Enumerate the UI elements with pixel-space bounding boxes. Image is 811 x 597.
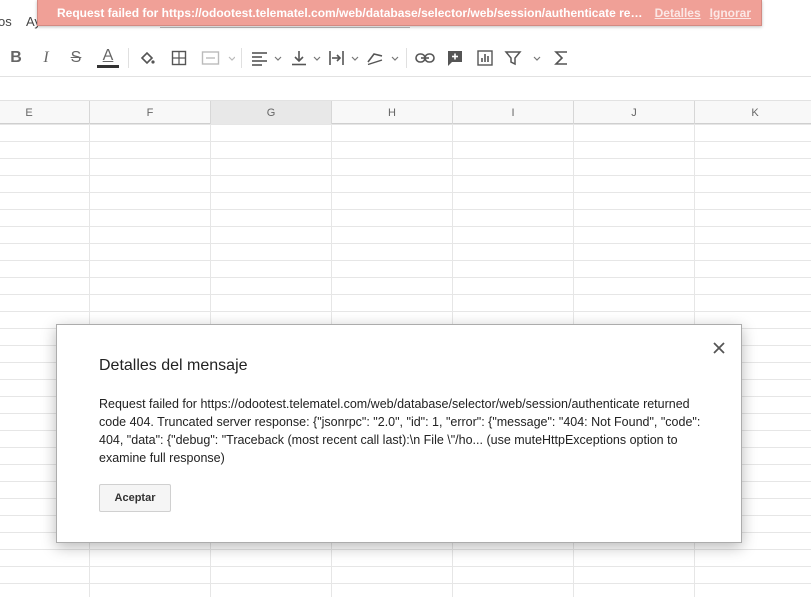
column-header-f[interactable]: F [90,101,211,124]
column-header-g[interactable]: G [211,101,332,124]
horizontal-align-button[interactable] [250,47,284,69]
message-details-dialog: Detalles del mensaje Request failed for … [56,324,742,543]
text-color-swatch [97,65,119,68]
merge-cells-icon [201,51,235,65]
bold-icon: B [10,49,22,66]
vertical-align-icon [292,51,321,66]
filter-button[interactable] [504,47,544,69]
menu-item-partial[interactable]: os [0,14,12,29]
close-button[interactable] [711,340,727,356]
text-color-button[interactable]: A [97,47,119,69]
accept-button[interactable]: Aceptar [99,484,171,512]
merge-cells-button[interactable] [200,47,236,69]
toolbar-separator [241,48,242,68]
formula-bar[interactable] [0,77,811,101]
ignore-link[interactable]: Ignorar [710,6,751,20]
insert-chart-button[interactable] [474,47,496,69]
close-icon [713,342,725,354]
menu-divider [160,27,410,28]
toolbar-separator [406,48,407,68]
functions-button[interactable] [550,47,572,69]
dialog-title: Detalles del mensaje [99,357,248,374]
insert-chart-icon [477,50,493,66]
filter-icon [504,51,541,66]
horizontal-align-icon [252,52,282,66]
error-notification-banner: Request failed for https://odootest.tele… [37,0,762,26]
toolbar-separator [128,48,129,68]
fill-color-icon [140,51,155,65]
insert-comment-icon [448,51,462,66]
column-header-h[interactable]: H [332,101,453,124]
notification-message: Request failed for https://odootest.tele… [57,5,646,20]
column-header-k[interactable]: K [695,101,811,124]
borders-button[interactable] [169,47,189,69]
text-wrapping-button[interactable] [328,47,360,69]
vertical-align-button[interactable] [290,47,322,69]
column-header-i[interactable]: I [453,101,574,124]
text-wrapping-icon [329,51,359,65]
borders-icon [171,50,187,66]
strikethrough-button[interactable]: S [66,47,86,69]
text-color-icon: A [102,47,114,64]
fill-color-button[interactable] [137,47,157,69]
insert-link-button[interactable] [414,47,436,69]
column-headers: E F G H I J K [0,101,811,124]
details-link[interactable]: Detalles [655,6,701,20]
functions-icon [554,51,567,65]
text-rotation-icon [367,53,399,66]
column-header-j[interactable]: J [574,101,695,124]
text-rotation-button[interactable] [366,47,400,69]
column-header-e[interactable]: E [0,101,90,124]
spreadsheet-window: os Ay B I S A E F G H I J K Request fail… [0,0,811,597]
dialog-message-body: Request failed for https://odootest.tele… [99,397,701,465]
insert-comment-button[interactable] [444,47,466,69]
italic-icon: I [43,49,49,66]
insert-link-icon [415,53,435,63]
italic-button[interactable]: I [36,47,56,69]
formatting-toolbar: B I S A [0,40,811,77]
strikethrough-icon: S [70,49,82,66]
bold-button[interactable]: B [6,47,26,69]
